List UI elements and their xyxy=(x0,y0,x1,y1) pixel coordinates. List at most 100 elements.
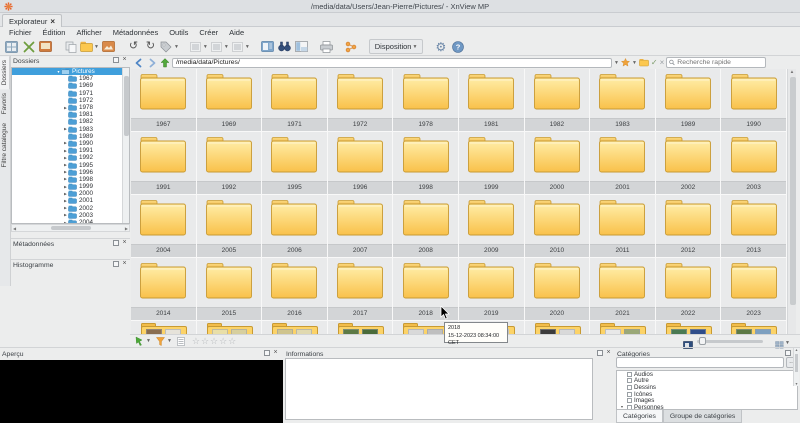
folder-thumbnail-1999[interactable]: 1999 xyxy=(459,132,525,195)
folder-thumbnail-2021[interactable]: 2021 xyxy=(590,258,656,321)
folder-edit-icon[interactable] xyxy=(639,57,649,68)
folder-thumbnail-1990[interactable]: 1990 xyxy=(721,69,787,132)
tree-item-2002[interactable]: ▶2002 xyxy=(12,205,129,212)
tree-item-1992[interactable]: ▶1992 xyxy=(12,154,129,161)
slider-thumb[interactable] xyxy=(699,337,706,345)
rotate-right-button[interactable]: ↻ xyxy=(143,39,158,54)
tree-item-1995[interactable]: ▶1995 xyxy=(12,161,129,168)
folder-thumbnail-2007[interactable]: 2007 xyxy=(328,195,394,258)
folder-thumbnail-partial[interactable] xyxy=(590,321,656,334)
tree-item-1981[interactable]: 1981 xyxy=(12,111,129,118)
folder-thumbnail-partial[interactable] xyxy=(131,321,197,334)
folder-thumbnail-2010[interactable]: 2010 xyxy=(525,195,591,258)
copy-move-button[interactable] xyxy=(63,39,78,54)
folder-thumbnail-partial[interactable] xyxy=(656,321,722,334)
category-tab-cate-gories[interactable]: Catégories xyxy=(616,410,663,423)
close-icon[interactable]: × xyxy=(121,261,128,268)
edit-image-button[interactable] xyxy=(101,39,116,54)
folder-thumbnail-2009[interactable]: 2009 xyxy=(459,195,525,258)
folder-thumbnail-partial[interactable] xyxy=(328,321,394,334)
close-icon[interactable]: × xyxy=(121,57,128,64)
folder-thumbnail-2019[interactable]: 2019 xyxy=(459,258,525,321)
check-icon[interactable]: ✓ xyxy=(651,57,658,68)
folder-thumbnail-1972[interactable]: 1972 xyxy=(328,69,394,132)
tree-item-1971[interactable]: 1971 xyxy=(12,90,129,97)
tree-item-1990[interactable]: ▶1990 xyxy=(12,140,129,147)
view-dropdown-icon[interactable]: ▼ xyxy=(785,340,790,346)
tree-item-1998[interactable]: ▶1998 xyxy=(12,176,129,183)
category-scrollbar[interactable]: ▲▼ xyxy=(793,348,799,386)
folder-thumbnail-1982[interactable]: 1982 xyxy=(525,69,591,132)
folder-thumbnail-2023[interactable]: 2023 xyxy=(721,258,787,321)
folder-thumbnail-1981[interactable]: 1981 xyxy=(459,69,525,132)
menu-outils[interactable]: Outils xyxy=(164,27,193,38)
fullscreen-button[interactable] xyxy=(21,39,36,54)
favorite-star-icon[interactable] xyxy=(621,57,630,68)
search-button[interactable] xyxy=(277,39,292,54)
goto-dropdown-icon[interactable]: ▼ xyxy=(146,338,151,344)
folder-thumbnail-2001[interactable]: 2001 xyxy=(590,132,656,195)
folder-thumbnail-1998[interactable]: 1998 xyxy=(393,132,459,195)
share-button[interactable] xyxy=(344,39,359,54)
filter-dropdown-icon[interactable]: ▼ xyxy=(167,338,172,344)
informations-text-area[interactable] xyxy=(285,358,593,420)
undock-icon[interactable] xyxy=(597,350,603,356)
clear-icon[interactable]: × xyxy=(660,57,665,68)
tree-item-1999[interactable]: ▶1999 xyxy=(12,183,129,190)
tree-item-1982[interactable]: 1982 xyxy=(12,118,129,125)
tree-vertical-scrollbar[interactable] xyxy=(122,68,129,223)
undock-icon[interactable] xyxy=(113,240,119,246)
tree-item-1967[interactable]: 1967 xyxy=(12,75,129,82)
settings-button[interactable]: ⚙ xyxy=(433,39,448,54)
star-dropdown-icon[interactable]: ▼ xyxy=(632,57,637,68)
checkbox[interactable] xyxy=(627,392,632,397)
sidebar-tab-favoris[interactable]: Favoris xyxy=(0,89,9,118)
tree-item-1989[interactable]: 1989 xyxy=(12,133,129,140)
category-filter-input[interactable] xyxy=(616,357,784,368)
tree-item-2000[interactable]: ▶2000 xyxy=(12,190,129,197)
folder-thumbnail-2004[interactable]: 2004 xyxy=(131,195,197,258)
rotate-left-button[interactable]: ↺ xyxy=(126,39,141,54)
folder-thumbnail-partial[interactable] xyxy=(721,321,787,334)
disposition-button[interactable]: Disposition▼ xyxy=(369,39,424,54)
thumb-size-button[interactable]: ▼ xyxy=(231,39,250,54)
folder-thumbnail-2003[interactable]: 2003 xyxy=(721,132,787,195)
rating-stars[interactable]: ☆☆☆☆☆ xyxy=(192,336,237,347)
undock-icon[interactable] xyxy=(785,350,791,356)
folder-thumbnail-2016[interactable]: 2016 xyxy=(262,258,328,321)
folder-thumbnail-1983[interactable]: 1983 xyxy=(590,69,656,132)
tree-item-2001[interactable]: ▶2001 xyxy=(12,197,129,204)
tree-item-1972[interactable]: 1972 xyxy=(12,97,129,104)
folder-thumbnail-2000[interactable]: 2000 xyxy=(525,132,591,195)
viewer-button[interactable] xyxy=(38,39,53,54)
menu-aide[interactable]: Aide xyxy=(224,27,249,38)
help-button[interactable]: ? xyxy=(450,39,465,54)
menu-fichier[interactable]: Fichier xyxy=(4,27,37,38)
undock-icon[interactable] xyxy=(113,261,119,267)
grid-vertical-scrollbar[interactable]: ▲ xyxy=(787,69,796,334)
tree-item-1983[interactable]: ▶1983 xyxy=(12,126,129,133)
tree-item-pictures[interactable]: ▼Pictures xyxy=(12,68,129,75)
folder-thumbnail-1996[interactable]: 1996 xyxy=(328,132,394,195)
folder-thumbnail-2005[interactable]: 2005 xyxy=(197,195,263,258)
panels-button[interactable] xyxy=(294,39,309,54)
forward-icon[interactable] xyxy=(146,57,157,68)
folder-thumbnail-1971[interactable]: 1971 xyxy=(262,69,328,132)
folder-thumbnail-1978[interactable]: 1978 xyxy=(393,69,459,132)
menu-edition[interactable]: Édition xyxy=(38,27,71,38)
tree-horizontal-scrollbar[interactable]: ◀▶ xyxy=(11,224,130,232)
folder-thumbnail-2014[interactable]: 2014 xyxy=(131,258,197,321)
sort-list-icon[interactable] xyxy=(175,335,188,348)
sort-button[interactable]: ▼ xyxy=(189,39,208,54)
close-icon[interactable]: × xyxy=(272,350,279,357)
checkbox[interactable] xyxy=(627,385,632,390)
folder-thumbnail-1995[interactable]: 1995 xyxy=(262,132,328,195)
folder-thumbnail-2015[interactable]: 2015 xyxy=(197,258,263,321)
folder-thumbnail-2017[interactable]: 2017 xyxy=(328,258,394,321)
browser-button[interactable] xyxy=(4,39,19,54)
folder-thumbnail-2006[interactable]: 2006 xyxy=(262,195,328,258)
tree-item-1978[interactable]: ▶1978 xyxy=(12,104,129,111)
tree-item-1996[interactable]: ▶1996 xyxy=(12,169,129,176)
new-folder-button[interactable]: ▼ xyxy=(80,39,99,54)
up-folder-icon[interactable] xyxy=(159,57,170,68)
